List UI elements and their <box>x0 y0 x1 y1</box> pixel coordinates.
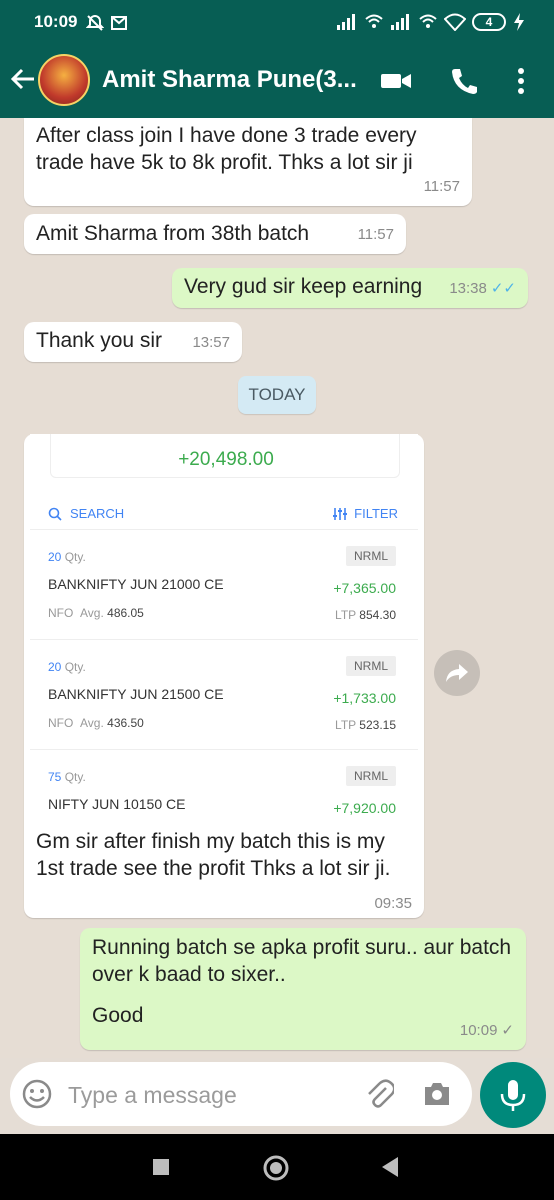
instrument-name: BANKNIFTY JUN 21000 CE <box>48 576 224 592</box>
more-options-icon[interactable] <box>516 66 526 96</box>
filter-icon <box>333 507 348 520</box>
system-nav-bar <box>0 1134 554 1200</box>
search-icon <box>48 507 62 521</box>
signal-icon <box>337 14 355 30</box>
product-badge: NRML <box>345 766 396 786</box>
message-outgoing[interactable]: Running batch se apka profit suru.. aur … <box>80 928 526 1050</box>
message-incoming[interactable]: Thank you sir 13:57 <box>24 322 242 362</box>
product-badge: NRML <box>345 546 396 566</box>
message-outgoing[interactable]: Very gud sir keep earning 13:38 ✓✓ <box>172 268 528 308</box>
wifi-icon <box>444 13 466 31</box>
back-arrow-icon[interactable] <box>8 64 38 94</box>
contact-avatar[interactable] <box>38 54 90 106</box>
home-button[interactable] <box>262 1154 290 1182</box>
chat-area[interactable]: After class join I have done 3 trade eve… <box>0 118 554 1058</box>
message-time: 13:38 <box>449 280 487 297</box>
video-call-icon[interactable] <box>380 66 412 96</box>
message-text: Running batch se apka profit suru.. aur … <box>92 936 512 986</box>
instrument-name: BANKNIFTY JUN 21500 CE <box>48 686 224 702</box>
search-label: SEARCH <box>70 506 125 521</box>
charging-icon <box>514 13 524 31</box>
position-row: 75 Qty. NIFTY JUN 10150 CE NRML +7,920.0… <box>30 750 418 830</box>
forward-button[interactable] <box>434 650 480 696</box>
chat-header: Amit Sharma Pune(3... <box>0 44 554 118</box>
voice-call-icon[interactable] <box>450 66 478 96</box>
emoji-icon[interactable] <box>22 1079 52 1109</box>
message-time: 11:57 <box>357 226 394 243</box>
contact-name[interactable]: Amit Sharma Pune(3... <box>102 66 362 94</box>
image-caption: Gm sir after finish my batch this is my … <box>36 830 391 880</box>
total-pnl-card: +20,498.00 <box>50 434 400 478</box>
message-icon <box>111 16 127 30</box>
sent-tick-icon: ✓ <box>501 1022 514 1039</box>
message-time: 09:35 <box>374 895 412 912</box>
message-text: After class join I have done 3 trade eve… <box>36 124 417 174</box>
voice-message-button[interactable] <box>480 1062 546 1128</box>
camera-icon[interactable] <box>422 1080 452 1108</box>
shared-screenshot[interactable]: +20,498.00 SEARCH FILTER 20 Qty. BANKNIF… <box>30 434 418 830</box>
recents-button[interactable] <box>152 1158 170 1176</box>
forward-icon <box>446 664 468 682</box>
image-message[interactable]: +20,498.00 SEARCH FILTER 20 Qty. BANKNIF… <box>24 434 424 918</box>
position-pnl: +1,733.00 <box>333 690 396 706</box>
position-pnl: +7,365.00 <box>333 580 396 596</box>
attachment-icon[interactable] <box>364 1078 394 1110</box>
message-input[interactable]: Type a message <box>68 1082 237 1109</box>
back-button[interactable] <box>380 1156 400 1178</box>
filter-label: FILTER <box>354 506 398 521</box>
status-time: 10:09 <box>34 12 78 31</box>
message-time: 10:09 <box>459 1022 498 1039</box>
instrument-name: NIFTY JUN 10150 CE <box>48 796 186 812</box>
message-text: Amit Sharma from 38th batch <box>36 222 310 245</box>
wifi-calling-icon <box>365 14 383 28</box>
battery-icon: 4 <box>472 13 506 31</box>
position-pnl: +7,920.00 <box>333 800 396 816</box>
date-divider: TODAY <box>238 376 316 414</box>
read-receipt-icon: ✓✓ <box>490 280 516 297</box>
message-incoming[interactable]: After class join I have done 3 trade eve… <box>24 118 472 206</box>
position-row: 20 Qty. BANKNIFTY JUN 21500 CE NFO Avg. … <box>30 640 418 750</box>
message-time: 11:57 <box>423 178 460 195</box>
product-badge: NRML <box>345 656 396 676</box>
mute-icon <box>86 14 104 31</box>
message-composer[interactable]: Type a message <box>10 1062 472 1126</box>
position-row: 20 Qty. BANKNIFTY JUN 21000 CE NFO Avg. … <box>30 530 418 640</box>
status-bar: 10:09 4 <box>0 0 554 44</box>
microphone-icon <box>500 1080 526 1111</box>
signal-icon-2 <box>391 14 409 30</box>
message-incoming[interactable]: Amit Sharma from 38th batch 11:57 <box>24 214 406 254</box>
wifi-calling-icon-2 <box>419 14 437 28</box>
message-time: 13:57 <box>192 334 230 351</box>
total-pnl-value: +20,498.00 <box>178 449 274 470</box>
